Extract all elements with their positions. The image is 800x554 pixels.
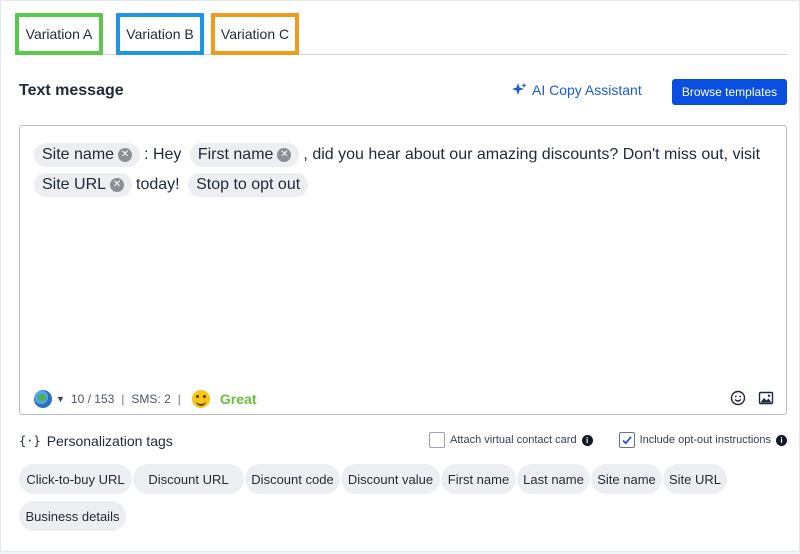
personalization-tags-header: {·} Personalization tags (19, 433, 173, 449)
sms-editor-panel: Variation A Variation B Variation C Text… (0, 0, 800, 552)
browse-templates-button[interactable]: Browse templates (672, 79, 787, 105)
close-circle-icon[interactable]: ✕ (277, 148, 292, 162)
message-text: today! (136, 176, 180, 194)
opt-out-chip[interactable]: Stop to opt out (188, 173, 309, 198)
info-icon[interactable]: i (776, 434, 788, 446)
tag-last-name[interactable]: Last name (517, 464, 590, 494)
tag-chip-first-name[interactable]: First name ✕ (189, 143, 300, 167)
tag-click-to-buy-url[interactable]: Click-to-buy URL (19, 464, 132, 494)
message-text: : Hey (144, 146, 182, 163)
message-options: Attach virtual contact card i Include op… (429, 432, 788, 448)
chip-label: First name (197, 146, 274, 163)
editor-tools (730, 390, 774, 406)
section-title: Text message (19, 82, 124, 99)
attach-contact-card-label: Attach virtual contact card (450, 434, 577, 446)
tab-variation-b[interactable]: Variation B (116, 13, 204, 55)
smiley-icon (191, 390, 210, 408)
attach-contact-card-checkbox[interactable] (429, 432, 445, 448)
sms-count: SMS: 2 (131, 392, 171, 406)
globe-icon[interactable] (34, 390, 52, 408)
check-icon (621, 436, 632, 445)
close-circle-icon[interactable]: ✕ (118, 148, 133, 162)
attach-contact-card-option[interactable]: Attach virtual contact card i (429, 432, 593, 448)
chip-label: Site name (42, 146, 115, 163)
tag-site-name[interactable]: Site name (591, 464, 662, 494)
tag-discount-value[interactable]: Discount value (341, 464, 440, 494)
emoji-icon[interactable] (730, 390, 746, 406)
tag-discount-url[interactable]: Discount URL (133, 464, 244, 494)
tag-discount-code[interactable]: Discount code (245, 464, 340, 494)
variation-tabs: Variation A Variation B Variation C (15, 13, 787, 55)
opt-out-instructions-label: Include opt-out instructions (639, 434, 772, 446)
message-text: , did you hear about our amazing discoun… (303, 146, 761, 163)
curly-brace-icon: {·} (19, 434, 41, 448)
tab-variation-c[interactable]: Variation C (211, 13, 299, 55)
chevron-down-icon[interactable]: ▼ (56, 394, 65, 404)
editor-footer: ▼ 10 / 153 | SMS: 2 | Great (34, 390, 774, 408)
image-icon[interactable] (758, 390, 774, 406)
tag-first-name[interactable]: First name (441, 464, 516, 494)
quality-rating: Great (219, 391, 257, 407)
info-icon[interactable]: i (581, 434, 593, 446)
separator: | (177, 392, 181, 406)
sparkle-icon (512, 83, 527, 95)
ai-copy-assistant-label: AI Copy Assistant (532, 82, 642, 98)
message-editor[interactable]: Site name ✕: Hey First name ✕, did you hea… (19, 125, 787, 415)
message-content[interactable]: Site name ✕: Hey First name ✕, did you hea… (34, 140, 779, 200)
tag-business-details[interactable]: Business details (19, 501, 126, 531)
separator: | (121, 392, 125, 406)
chip-label: Site URL (42, 176, 107, 194)
character-count: 10 / 153 (70, 392, 115, 406)
ai-copy-assistant-link[interactable]: AI Copy Assistant (511, 82, 642, 98)
close-circle-icon[interactable]: ✕ (110, 178, 125, 193)
opt-out-instructions-checkbox[interactable] (618, 432, 635, 448)
tab-variation-a[interactable]: Variation A (15, 13, 103, 55)
tag-chip-site-name[interactable]: Site name ✕ (34, 143, 141, 167)
tag-site-url[interactable]: Site URL (663, 464, 727, 494)
tag-chip-site-url[interactable]: Site URL ✕ (34, 173, 133, 198)
personalization-tags-title: Personalization tags (46, 433, 173, 449)
opt-out-instructions-option[interactable]: Include opt-out instructions i (618, 432, 788, 448)
chip-label: Stop to opt out (196, 176, 301, 194)
